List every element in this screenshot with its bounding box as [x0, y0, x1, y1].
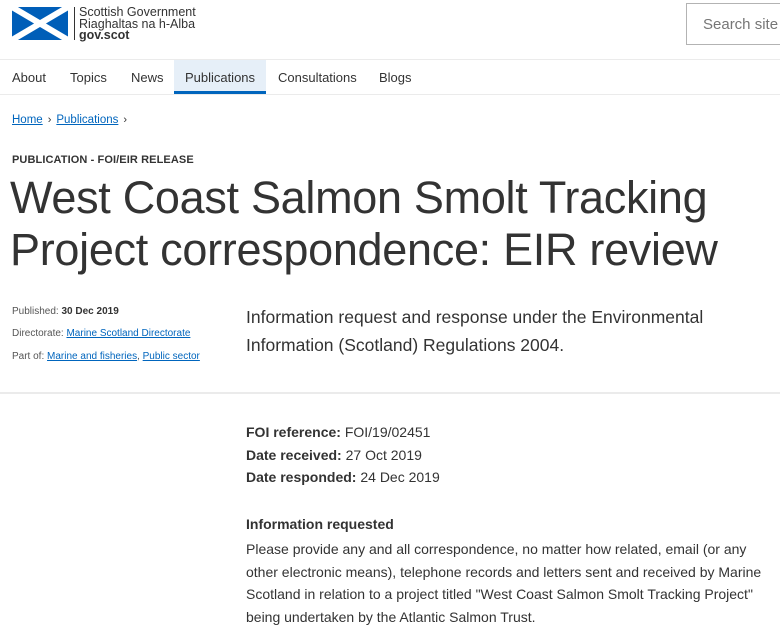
foi-reference-row: FOI reference: FOI/19/02451 [246, 421, 440, 444]
nav-item-news[interactable]: News [131, 60, 164, 94]
saltire-flag-icon [12, 7, 68, 40]
site-header: Scottish Government Riaghaltas na h-Alba… [0, 0, 780, 58]
content-divider [0, 392, 780, 394]
breadcrumb: Home › Publications › [12, 114, 132, 126]
site-logo[interactable]: Scottish Government Riaghaltas na h-Alba… [12, 6, 196, 42]
part-of-meta: Part of: Marine and fisheries, Public se… [12, 351, 200, 362]
page-title-line-1: West Coast Salmon Smolt Tracking [10, 172, 708, 223]
date-responded-value: 24 Dec 2019 [360, 469, 440, 485]
page-title: West Coast Salmon Smolt Tracking Project… [10, 172, 770, 276]
nav-item-blogs[interactable]: Blogs [379, 60, 412, 94]
part-of-separator: , [137, 351, 140, 362]
nav-item-consultations[interactable]: Consultations [278, 60, 357, 94]
published-date: 30 Dec 2019 [61, 306, 119, 317]
breadcrumb-home-link[interactable]: Home [12, 114, 43, 126]
foi-facts: FOI reference: FOI/19/02451 Date receive… [246, 421, 440, 489]
nav-item-about[interactable]: About [12, 60, 46, 94]
date-received-row: Date received: 27 Oct 2019 [246, 444, 440, 467]
foi-reference-value: FOI/19/02451 [344, 424, 431, 440]
information-requested-heading: Information requested [246, 516, 394, 532]
nav-item-topics[interactable]: Topics [70, 60, 107, 94]
directorate-meta: Directorate: Marine Scotland Directorate [12, 328, 190, 339]
breadcrumb-publications-link[interactable]: Publications [56, 114, 118, 126]
publication-type-label: PUBLICATION - FOI/EIR RELEASE [12, 154, 194, 166]
publication-summary: Information request and response under t… [246, 307, 704, 355]
published-label: Published: [12, 306, 59, 317]
information-requested-body: Please provide any and all correspondenc… [246, 541, 762, 625]
search-input[interactable] [686, 3, 780, 45]
published-meta: Published: 30 Dec 2019 [12, 306, 119, 317]
date-received-label: Date received: [246, 446, 342, 463]
directorate-link[interactable]: Marine Scotland Directorate [66, 328, 190, 339]
page-title-line-2: Project correspondence: EIR review [10, 224, 718, 275]
logo-text: Scottish Government Riaghaltas na h-Alba… [79, 6, 196, 42]
breadcrumb-separator: › [123, 114, 128, 126]
main-nav: About Topics News Publications Consultat… [0, 59, 780, 95]
nav-item-publications[interactable]: Publications [174, 60, 266, 94]
foi-reference-label: FOI reference: [246, 424, 341, 440]
date-received-value: 27 Oct 2019 [345, 446, 422, 463]
date-responded-row: Date responded: 24 Dec 2019 [246, 466, 440, 489]
directorate-label: Directorate: [12, 328, 64, 339]
logo-line-domain: gov.scot [79, 28, 130, 42]
part-of-label: Part of: [12, 351, 45, 362]
logo-divider [74, 7, 75, 40]
breadcrumb-separator: › [47, 114, 52, 126]
part-of-public-sector-link[interactable]: Public sector [143, 351, 200, 362]
date-responded-label: Date responded: [246, 469, 357, 485]
part-of-marine-link[interactable]: Marine and fisheries [47, 351, 137, 362]
